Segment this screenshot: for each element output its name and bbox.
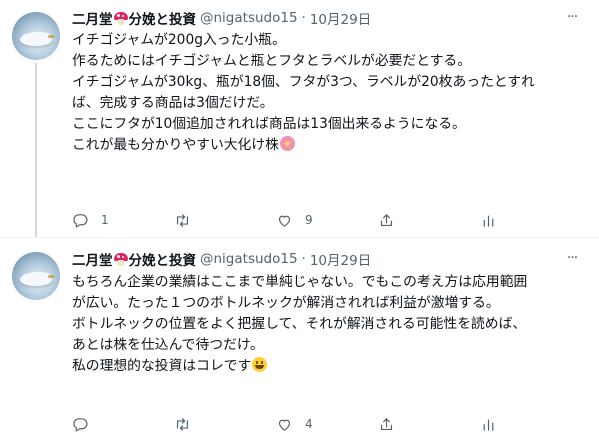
tweet-line: イチゴジャムが30kg、瓶が18個、フタが3つ、ラベルが20枚あったとすれ — [72, 74, 535, 90]
like-count: 9 — [305, 213, 313, 227]
like-button[interactable]: 4 — [276, 414, 313, 434]
separator-dot: · — [301, 10, 306, 26]
tweet-last-line: これが最も分かりやすい大化け株 — [72, 135, 582, 156]
reply-count: 1 — [101, 213, 109, 227]
reply-icon — [73, 213, 88, 227]
like-icon — [278, 215, 291, 227]
share-icon — [380, 213, 393, 226]
tweet-line: あとは株を仕込んで待つだけ。 — [72, 337, 264, 353]
tweet-line: もちろん企業の業績はここまで単純じゃない。でもこの考え方は応用範囲 — [72, 274, 528, 290]
tweet-text: イチゴジャムが200g入った小瓶。 作るためにはイチゴジャムと瓶とフタとラベルが… — [72, 30, 582, 156]
separator-dot: · — [301, 251, 306, 267]
action-bar: 4 — [72, 414, 542, 434]
tweet-last-line: 私の理想的な投資はコレです — [72, 356, 582, 377]
like-count: 4 — [305, 417, 313, 431]
tweet-text: もちろん企業の業績はここまで単純じゃない。でもこの考え方は応用範囲 が広い。たっ… — [72, 272, 582, 377]
user-handle[interactable]: @nigatsudo15 — [200, 10, 298, 26]
reply-icon — [73, 417, 88, 431]
tweet-header: 二月堂 分娩と投資 @nigatsudo15 · 10月29日 — [72, 8, 371, 28]
stats-icon — [483, 215, 494, 227]
display-name-suffix[interactable]: 分娩と投資 — [129, 8, 197, 28]
more-icon[interactable]: ··· — [563, 251, 581, 269]
tweet-1[interactable]: 二月堂 分娩と投資 @nigatsudo15 · 10月29日 ··· イチゴジ… — [0, 0, 599, 237]
smile-emoji — [252, 357, 268, 372]
retweet-icon — [176, 417, 189, 431]
tweet-date[interactable]: 10月29日 — [310, 249, 371, 269]
reply-button[interactable] — [72, 414, 101, 434]
reply-button[interactable]: 1 — [72, 210, 109, 230]
tweet-line: が広い。たった１つのボトルネックが解消されれば利益が激増する。 — [72, 295, 500, 311]
tweet-line: ここにフタが10個追加されれば商品は13個出来るようになる。 — [72, 116, 466, 132]
like-button[interactable]: 9 — [276, 210, 313, 230]
thread-line — [35, 63, 37, 237]
tweet-line: ば、完成する商品は3個だけだ。 — [72, 95, 274, 111]
display-name-suffix[interactable]: 分娩と投資 — [129, 249, 197, 269]
stats-button[interactable] — [480, 414, 497, 434]
user-handle[interactable]: @nigatsudo15 — [200, 251, 298, 267]
tweet-header: 二月堂 分娩と投資 @nigatsudo15 · 10月29日 — [72, 249, 371, 269]
share-button[interactable] — [378, 210, 395, 230]
retweet-icon — [176, 213, 189, 227]
stats-icon — [483, 419, 494, 431]
tweet-line: イチゴジャムが200g入った小瓶。 — [72, 32, 286, 48]
tweet-line: ボトルネックの位置をよく把握して、それが解消される可能性を読めば、 — [72, 316, 527, 332]
avatar[interactable] — [12, 12, 60, 60]
tweet-2[interactable]: 二月堂 分娩と投資 @nigatsudo15 · 10月29日 ··· もちろん… — [0, 237, 599, 441]
mushroom-emoji — [113, 11, 128, 25]
more-icon[interactable]: ··· — [563, 10, 581, 28]
tweet-line-text: 私の理想的な投資はコレです — [72, 358, 252, 374]
display-name[interactable]: 二月堂 — [72, 8, 113, 28]
stats-button[interactable] — [480, 210, 497, 230]
share-icon — [380, 417, 393, 430]
tweet-date[interactable]: 10月29日 — [310, 8, 371, 28]
flower-emoji — [279, 136, 295, 151]
tweet-line: 作るためにはイチゴジャムと瓶とフタとラベルが必要だとする。 — [72, 53, 472, 69]
display-name[interactable]: 二月堂 — [72, 249, 113, 269]
action-bar: 1 9 — [72, 210, 542, 230]
retweet-button[interactable] — [174, 210, 203, 230]
retweet-button[interactable] — [174, 414, 203, 434]
avatar[interactable] — [12, 252, 60, 300]
mushroom-emoji — [113, 252, 128, 266]
like-icon — [278, 419, 291, 431]
tweet-line-text: これが最も分かりやすい大化け株 — [72, 137, 279, 153]
share-button[interactable] — [378, 414, 395, 434]
